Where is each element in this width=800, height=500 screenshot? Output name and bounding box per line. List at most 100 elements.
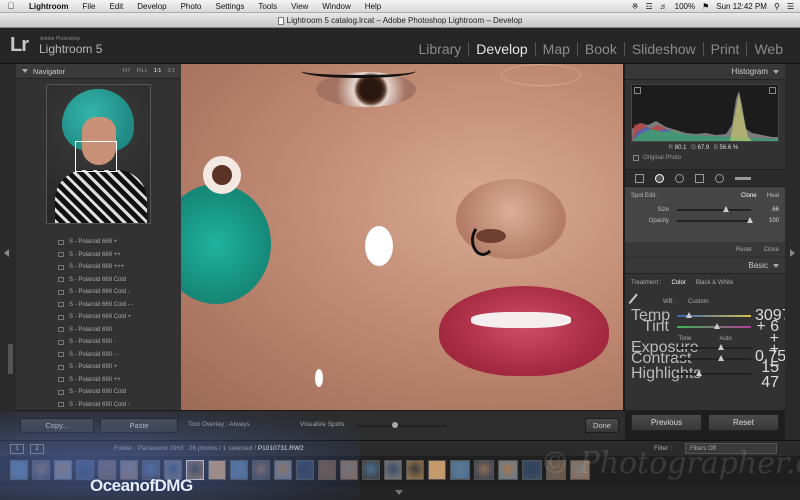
menu-settings[interactable]: Settings [209, 2, 252, 11]
tint-slider[interactable] [677, 322, 751, 329]
search-icon[interactable]: ⚲ [774, 2, 780, 11]
menu-view[interactable]: View [284, 2, 315, 11]
slider-knob[interactable] [714, 322, 720, 329]
tool-overlay-select[interactable]: Tool Overlay : Always [188, 421, 250, 428]
clone-mode[interactable]: Clone [741, 193, 757, 199]
filmstrip-thumbnail[interactable] [208, 460, 226, 480]
filmstrip-thumbnail[interactable] [474, 460, 494, 480]
filmstrip-thumbnail[interactable] [450, 460, 470, 480]
slider-knob[interactable] [392, 422, 398, 428]
preset-item[interactable]: S - Polaroid 669 Cold - - [24, 299, 179, 312]
collapse-bottom-icon[interactable] [395, 490, 403, 495]
filmstrip-thumbnail[interactable] [274, 460, 292, 480]
navigator-header[interactable]: Navigator FIT FILL 1:1 3:1 [16, 64, 181, 79]
menu-lightroom[interactable]: Lightroom [22, 2, 76, 11]
slider-knob[interactable] [718, 343, 725, 350]
flag-icon[interactable]: ⚑ [702, 2, 709, 11]
menu-window[interactable]: Window [315, 2, 357, 11]
spot-removal-pin[interactable] [315, 369, 323, 387]
menu-tools[interactable]: Tools [251, 2, 284, 11]
filmstrip-thumbnail[interactable] [362, 460, 380, 480]
preset-item[interactable]: S - Polaroid 669 Cold [24, 274, 179, 287]
zoom-fill[interactable]: FILL [137, 68, 148, 74]
wb-select[interactable]: Custom [688, 299, 709, 305]
preset-item[interactable]: S - Polaroid 669 Cold + [24, 311, 179, 324]
filmstrip-thumbnail[interactable] [318, 460, 336, 480]
filmstrip-thumbnail[interactable] [10, 460, 28, 480]
module-develop[interactable]: Develop [468, 42, 534, 56]
size-slider[interactable] [677, 205, 751, 212]
module-print[interactable]: Print [702, 42, 747, 56]
slider-knob[interactable] [685, 311, 692, 318]
radial-filter-icon[interactable] [715, 173, 724, 183]
preset-item[interactable]: S - Polaroid 690 - [24, 336, 179, 349]
module-book[interactable]: Book [576, 42, 624, 56]
filmstrip-thumbnail[interactable] [522, 460, 542, 480]
disclosure-triangle-icon[interactable] [773, 69, 779, 74]
crop-icon[interactable] [635, 173, 644, 183]
right-panel-toggle[interactable] [785, 64, 800, 440]
list-icon[interactable]: ☰ [787, 2, 794, 11]
slider-knob[interactable] [695, 369, 702, 376]
previous-button[interactable]: Previous [631, 414, 702, 431]
menu-edit[interactable]: Edit [102, 2, 130, 11]
filmstrip-thumbnail[interactable] [384, 460, 402, 480]
module-map[interactable]: Map [534, 42, 577, 56]
slider-knob[interactable] [747, 216, 754, 223]
spot-close-button[interactable]: Close [764, 247, 779, 256]
filmstrip-thumbnail[interactable] [296, 460, 314, 480]
filmstrip-thumbnail[interactable] [406, 460, 424, 480]
highlights-slider[interactable] [677, 369, 751, 376]
disclosure-triangle-icon[interactable] [773, 263, 779, 268]
visualize-spots-toggle[interactable]: Visualize Spots [300, 421, 344, 428]
wifi-icon[interactable]: ☲ [645, 2, 652, 11]
opacity-slider[interactable] [677, 216, 754, 223]
temp-slider[interactable] [677, 311, 751, 318]
filmstrip-thumbnail[interactable] [54, 460, 72, 480]
zoom-1-1[interactable]: 1:1 [154, 68, 162, 74]
filmstrip-thumbnail[interactable] [570, 460, 590, 480]
filmstrip-thumbnail[interactable] [546, 460, 566, 480]
clock[interactable]: Sun 12:42 PM [716, 2, 767, 11]
spot-removal-pin[interactable] [365, 226, 393, 266]
bluetooth-icon[interactable]: ※ [632, 2, 639, 11]
checkbox[interactable] [633, 155, 639, 161]
adjustment-brush-icon[interactable] [735, 176, 751, 180]
selected-file[interactable]: P1010731.RW2 [258, 445, 304, 452]
preset-item[interactable]: S - Polaroid 690 ++ [24, 374, 179, 387]
filmstrip-thumbnail[interactable] [230, 460, 248, 480]
left-scroll-handle[interactable] [8, 344, 13, 374]
treatment-color[interactable]: Color [671, 280, 685, 286]
spot-reset-button[interactable]: Reset [736, 247, 752, 256]
preset-item[interactable]: S - Polaroid 690 + [24, 361, 179, 374]
preset-item[interactable]: S - Polaroid 690 - - [24, 349, 179, 362]
exposure-slider[interactable] [677, 343, 751, 350]
photo-canvas[interactable] [181, 64, 623, 410]
preset-item[interactable]: S - Polaroid 690 [24, 324, 179, 337]
menu-help[interactable]: Help [358, 2, 388, 11]
done-button[interactable]: Done [585, 418, 619, 433]
preset-item[interactable]: S - Polaroid 669 ++ [24, 249, 179, 262]
spot-removal-icon[interactable] [655, 173, 664, 183]
battery-status[interactable]: 100% [675, 2, 695, 11]
filmstrip-thumbnail[interactable] [32, 460, 50, 480]
slider-knob[interactable] [722, 205, 729, 212]
page-1-button[interactable]: 1 [10, 444, 24, 454]
zoom-fit[interactable]: FIT [122, 68, 130, 74]
highlights-value[interactable]: – 47 [755, 356, 779, 392]
collapse-left-icon[interactable] [4, 249, 9, 257]
slider-knob[interactable] [717, 354, 724, 361]
collapse-right-icon[interactable] [790, 249, 795, 257]
histogram-header[interactable]: Histogram [625, 64, 785, 80]
disclosure-triangle-icon[interactable] [22, 69, 28, 73]
contrast-slider[interactable] [677, 354, 751, 361]
module-web[interactable]: Web [746, 42, 790, 56]
module-library[interactable]: Library [412, 42, 469, 56]
preset-item[interactable]: S - Polaroid 669 +++ [24, 261, 179, 274]
apple-icon[interactable]:  [0, 1, 22, 11]
menu-develop[interactable]: Develop [130, 2, 173, 11]
graduated-filter-icon[interactable] [695, 173, 704, 183]
volume-icon[interactable]: ♬ [660, 2, 668, 11]
basic-header[interactable]: Basic [625, 258, 785, 274]
visualize-spots-slider[interactable] [356, 422, 446, 428]
